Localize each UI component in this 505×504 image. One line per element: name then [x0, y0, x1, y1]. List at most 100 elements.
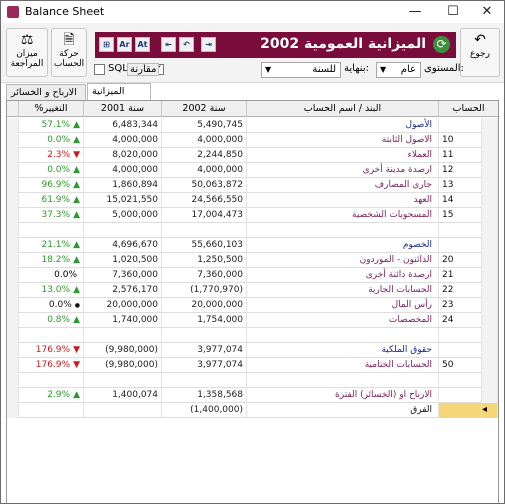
- grid-header: %التغيير سنة 2001 سنة 2002 البند / اسم ا…: [7, 101, 498, 117]
- pct-value: 13.0%: [41, 285, 71, 295]
- trial-balance-button[interactable]: ⚖ ميزان المراجعة: [6, 28, 48, 77]
- pct-value: 0.8%: [47, 315, 71, 325]
- first-page-icon[interactable]: ⇤: [161, 37, 176, 52]
- cell-year2001: [84, 223, 162, 238]
- font-toggle-button[interactable]: At: [135, 37, 150, 52]
- cell-pct: 57.1% ▲: [19, 118, 84, 133]
- down-arrow-icon: ▼: [73, 345, 80, 355]
- cell-year2002: 1,754,000: [162, 313, 247, 328]
- level-value: عام: [400, 64, 416, 75]
- cell-account-code: [439, 118, 482, 133]
- cell-year2001: 8,020,000: [84, 148, 162, 163]
- cell-year2001: 15,021,550: [84, 193, 162, 208]
- maximize-button[interactable]: ☐: [436, 1, 470, 23]
- refresh-icon[interactable]: ⟳: [433, 36, 450, 53]
- chevron-down-icon: ▼: [380, 65, 387, 74]
- row-gutter: [7, 283, 19, 298]
- row-gutter: [7, 253, 19, 268]
- undo-icon[interactable]: ↶: [179, 37, 194, 52]
- pct-value: 0.0%: [54, 270, 77, 280]
- table-row[interactable]: 176.9% ▼ (9,980,000) 3,977,074 حقوق الملكية: [7, 343, 498, 358]
- back-arrow-icon: ↶: [474, 32, 486, 48]
- back-button[interactable]: ↶ رجوع: [460, 28, 500, 77]
- table-row[interactable]: 18.2% ▲ 1,020,500 1,250,500 الدائنون - المور…: [7, 253, 498, 268]
- row-selector: [482, 118, 498, 133]
- cell-pct: 18.2% ▲: [19, 253, 84, 268]
- table-row[interactable]: 96.9% ▲ 1,860,894 50,063,872 جاري المصارف 13: [7, 178, 498, 193]
- tab-balance-sheet[interactable]: الميزانية العمومية: [87, 83, 151, 112]
- table-row[interactable]: 2.9% ▲ 1,400,074 1,358,568 الارباح او (الخسا…: [7, 388, 498, 403]
- table-row[interactable]: 0.0% ▲ 4,000,000 4,000,000 ارصدة مدينة أخرى 1…: [7, 163, 498, 178]
- cell-year2001: 1,020,500: [84, 253, 162, 268]
- header-code[interactable]: الحساب: [439, 101, 498, 117]
- pct-value: 61.9%: [41, 195, 71, 205]
- account-movement-button[interactable]: 🗎 حركة الحساب: [51, 28, 87, 77]
- header-year2001[interactable]: سنة 2001: [84, 101, 162, 117]
- table-row[interactable]: [7, 328, 498, 343]
- table-row[interactable]: [7, 223, 498, 238]
- row-gutter: [7, 358, 19, 373]
- row-gutter: [7, 403, 19, 418]
- cell-year2002: 50,063,872: [162, 178, 247, 193]
- cell-pct: [19, 403, 84, 418]
- cell-year2002: 17,004,473: [162, 208, 247, 223]
- cell-year2002: [162, 328, 247, 343]
- cell-account-name: الاصول الثابتة: [247, 133, 439, 148]
- until-select[interactable]: ▼ للسنة: [261, 62, 341, 78]
- table-row[interactable]: [7, 373, 498, 388]
- title-bar: Balance Sheet — ☐ ✕: [1, 1, 504, 23]
- level-select[interactable]: ▼ عام: [376, 62, 421, 78]
- until-label: بنهاية:: [344, 63, 369, 74]
- table-row[interactable]: 61.9% ▲ 15,021,550 24,566,550 العهد 14: [7, 193, 498, 208]
- cell-account-code: [439, 403, 482, 418]
- table-row[interactable]: 21.1% ▲ 4,696,670 55,660,103 الخصوم: [7, 238, 498, 253]
- table-row[interactable]: 0.8% ▲ 1,740,000 1,754,000 المخصصات 24: [7, 313, 498, 328]
- cell-year2002: 3,977,074: [162, 343, 247, 358]
- arabic-font-button[interactable]: Ar: [117, 37, 132, 52]
- sql-label: SQL: [108, 63, 128, 74]
- cell-account-name: الارباح او (الخسائر) الفترة: [247, 388, 439, 403]
- pct-value: 21.1%: [41, 240, 71, 250]
- cell-pct: 176.9% ▼: [19, 343, 84, 358]
- cell-year2002: [162, 223, 247, 238]
- pct-value: 2.9%: [47, 390, 71, 400]
- header-name[interactable]: البند / اسم الحساب: [247, 101, 439, 117]
- cell-account-name: الخصوم: [247, 238, 439, 253]
- table-row[interactable]: 37.3% ▲ 5,000,000 17,004,473 المسحوبات الشخص…: [7, 208, 498, 223]
- pct-value: 57.1%: [41, 120, 71, 130]
- cell-year2001: 6,483,344: [84, 118, 162, 133]
- cell-year2002: 24,566,550: [162, 193, 247, 208]
- cell-pct: 13.0% ▲: [19, 283, 84, 298]
- table-row[interactable]: 0.0% 7,360,000 7,360,000 ارصدة دائنة أخرى 21: [7, 268, 498, 283]
- table-row[interactable]: 13.0% ▲ 2,576,170 (1,770,970) الحسابات الجار…: [7, 283, 498, 298]
- table-row[interactable]: (1,400,000) الفرق ◂: [7, 403, 498, 418]
- cell-year2002: 3,977,074: [162, 358, 247, 373]
- cell-pct: 37.3% ▲: [19, 208, 84, 223]
- table-row[interactable]: 57.1% ▲ 6,483,344 5,490,745 الأصول: [7, 118, 498, 133]
- scale-icon: ⚖: [20, 32, 34, 48]
- table-row[interactable]: 176.9% ▼ (9,980,000) 3,977,074 الحسابات الخت…: [7, 358, 498, 373]
- pct-value: 0.0%: [47, 165, 71, 175]
- balance-grid: %التغيير سنة 2001 سنة 2002 البند / اسم ا…: [6, 100, 499, 503]
- table-row[interactable]: 2.3% ▼ 8,020,000 2,244,850 العملاء 11: [7, 148, 498, 163]
- pct-value: 176.9%: [35, 345, 71, 355]
- header-pct[interactable]: %التغيير: [19, 101, 84, 117]
- up-arrow-icon: ▲: [73, 135, 80, 145]
- cell-account-code: [439, 223, 482, 238]
- table-row[interactable]: 0.0% ● 20,000,000 20,000,000 رأس المال 23: [7, 298, 498, 313]
- tab-profit-loss[interactable]: الارباح و الخسائر: [6, 84, 86, 100]
- header-year2002[interactable]: سنة 2002: [162, 101, 247, 117]
- sql-checkbox[interactable]: [94, 64, 105, 75]
- cell-account-name: الحسابات الجارية: [247, 283, 439, 298]
- minimize-button[interactable]: —: [398, 1, 432, 23]
- cell-year2001: [84, 373, 162, 388]
- cell-account-name: [247, 223, 439, 238]
- last-page-icon[interactable]: ⇥: [201, 37, 216, 52]
- cell-account-code: 11: [439, 148, 482, 163]
- cell-account-name: رأس المال: [247, 298, 439, 313]
- pct-value: 2.3%: [47, 150, 71, 160]
- cell-account-name: ارصدة مدينة أخرى: [247, 163, 439, 178]
- table-row[interactable]: 0.0% ▲ 4,000,000 4,000,000 الاصول الثابتة 10: [7, 133, 498, 148]
- grid-view-icon[interactable]: ⊞: [99, 37, 114, 52]
- close-button[interactable]: ✕: [470, 1, 504, 23]
